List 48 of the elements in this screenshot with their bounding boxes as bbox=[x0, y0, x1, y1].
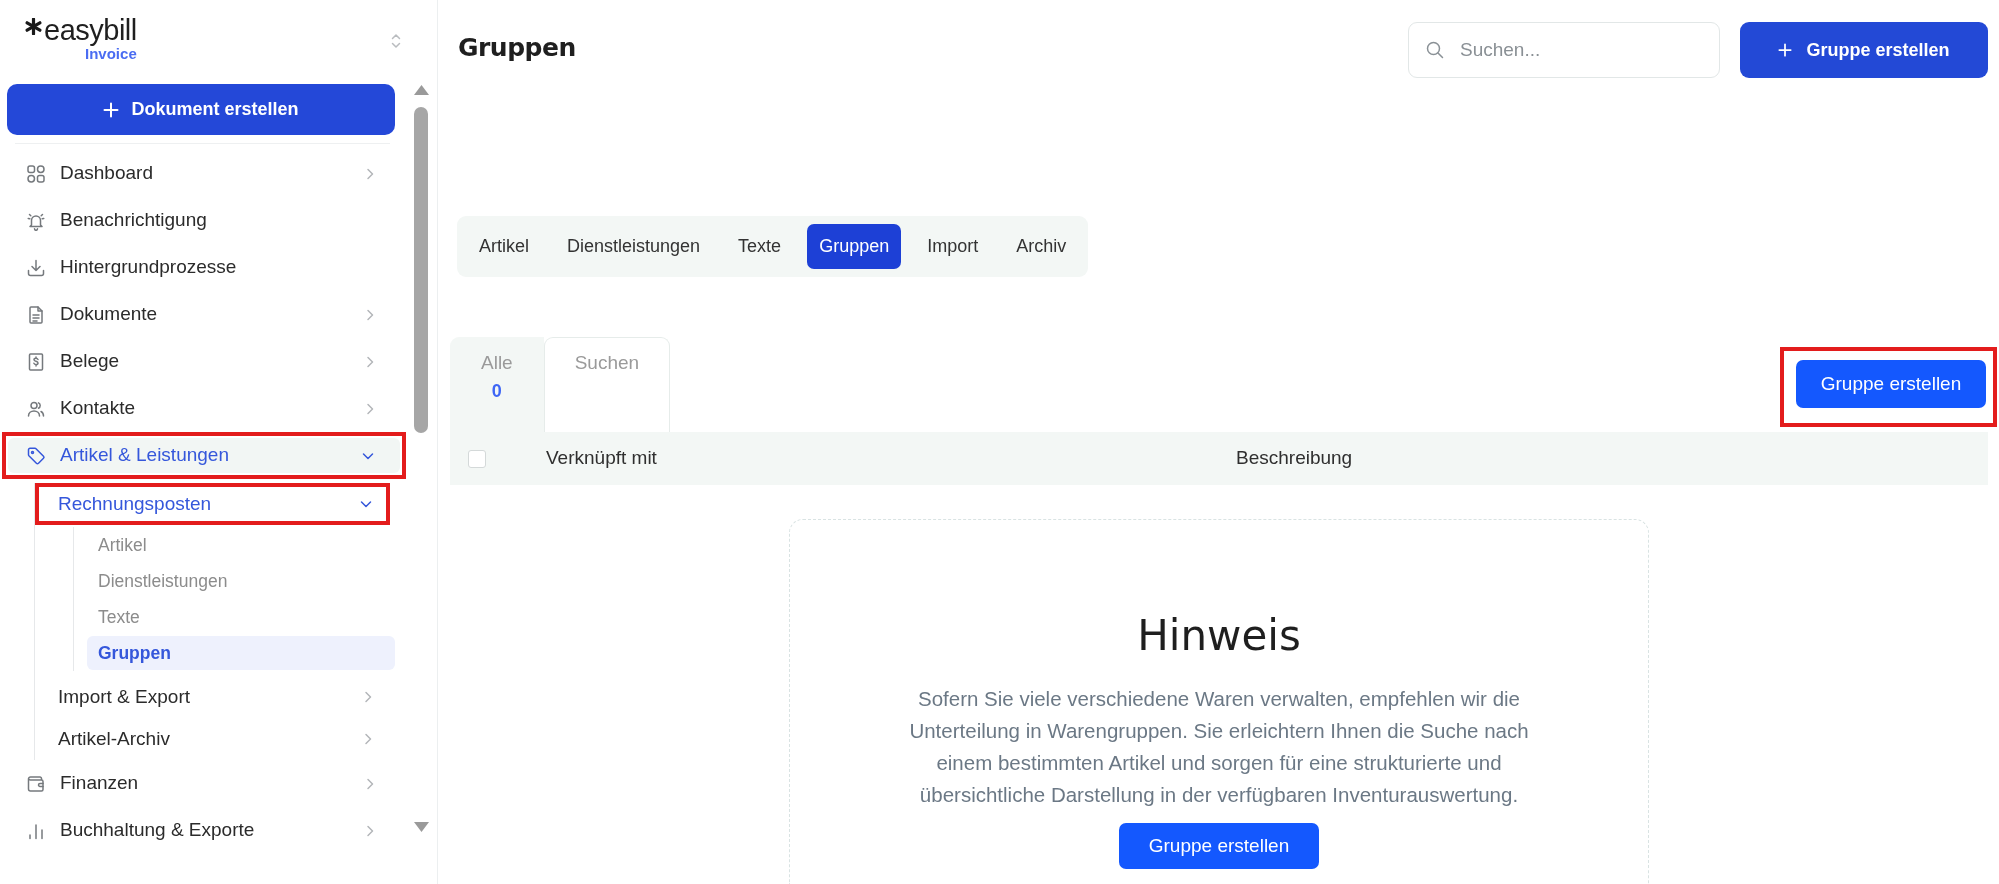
checkbox[interactable] bbox=[468, 449, 486, 468]
logo-wordmark: easybill bbox=[44, 15, 137, 45]
sidebar-item[interactable]: Hintergrundprozesse bbox=[8, 250, 400, 285]
sidebar-item[interactable]: Kontakte bbox=[8, 391, 400, 426]
scroll-down-arrow-icon[interactable] bbox=[413, 822, 429, 832]
column-header: Beschreibung bbox=[1236, 446, 1353, 471]
column-header: Verknüpft mit bbox=[546, 446, 657, 471]
document-icon bbox=[26, 304, 46, 325]
tab[interactable]: Artikel bbox=[467, 224, 541, 269]
sidebar-item[interactable]: Buchhaltung & Exporte bbox=[8, 813, 400, 848]
tab[interactable]: Gruppen bbox=[807, 224, 902, 269]
sidebar-subitem[interactable]: Import & Export bbox=[41, 682, 384, 712]
filter-tab[interactable]: Alle 0 bbox=[450, 337, 544, 432]
plus-icon bbox=[103, 101, 120, 118]
tab[interactable]: Texte bbox=[726, 224, 794, 269]
sidebar-item[interactable]: Benachrichtigung bbox=[8, 203, 400, 238]
chevron-up-down-icon[interactable] bbox=[390, 31, 402, 51]
asterisk-icon bbox=[25, 17, 42, 35]
create-group-button[interactable]: Gruppe erstellen bbox=[1796, 360, 1986, 408]
receipt-dollar-icon bbox=[26, 351, 46, 372]
page-title: Gruppen bbox=[458, 33, 576, 63]
sidebar-item[interactable]: Artikel & Leistungen bbox=[8, 438, 400, 473]
grid-icon bbox=[26, 163, 46, 184]
sidebar-item[interactable]: Belege bbox=[8, 344, 400, 379]
tab[interactable]: Archiv bbox=[1004, 224, 1079, 269]
tag-icon bbox=[26, 445, 46, 466]
scrollbar-thumb[interactable] bbox=[414, 107, 428, 433]
plus-icon bbox=[1778, 43, 1793, 57]
create-document-button[interactable]: Dokument erstellen bbox=[7, 84, 395, 135]
tab[interactable]: Import bbox=[915, 224, 991, 269]
wallet-icon bbox=[26, 773, 46, 794]
search-icon bbox=[1425, 40, 1445, 60]
download-icon bbox=[26, 257, 46, 278]
sidebar-item[interactable]: Dashboard bbox=[8, 156, 400, 191]
sidebar-subitem[interactable]: Gruppen bbox=[87, 636, 395, 670]
logo-subtitle: Invoice bbox=[85, 46, 137, 62]
sidebar-item[interactable]: Finanzen bbox=[8, 766, 400, 801]
empty-state-title: Hinweis bbox=[1136, 612, 1302, 660]
empty-state-text: Sofern Sie viele verschiedene Waren verwalten, empfehlen wir die Unterteilung in Warengruppen. Sie erleichtern Ihnen die Suche nach einem bestimmten Artikel und sorgen für eine strukturierte und übersichtliche Darstellung in der verfügbaren Inventurauswertung. bbox=[908, 686, 1530, 808]
search-field[interactable]: Suchen... bbox=[1408, 22, 1720, 78]
tab-count: 0 bbox=[491, 380, 502, 402]
create-group-button[interactable]: Gruppe erstellen bbox=[1119, 823, 1319, 869]
create-group-button[interactable]: Gruppe erstellen bbox=[1740, 22, 1988, 78]
sidebar-subitem[interactable]: Artikel-Archiv bbox=[41, 724, 384, 754]
scroll-up-arrow-icon[interactable] bbox=[413, 85, 429, 95]
tab[interactable]: Dienstleistungen bbox=[555, 224, 713, 269]
sidebar-item[interactable]: Dokumente bbox=[8, 297, 400, 332]
sidebar-subitem[interactable]: Rechnungsposten bbox=[41, 489, 384, 519]
